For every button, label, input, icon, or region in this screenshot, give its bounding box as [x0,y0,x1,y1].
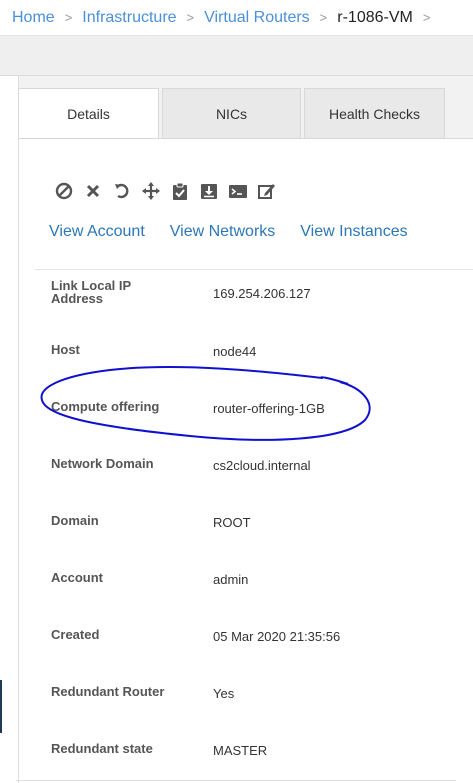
tab-details[interactable]: Details [18,88,159,139]
reboot-router-button[interactable] [107,179,136,203]
detail-value: 169.254.206.127 [213,286,311,301]
migrate-icon [141,182,160,200]
breadcrumb-virtual-routers[interactable]: Virtual Routers [204,9,310,27]
console-icon [228,185,247,198]
stop-router-button[interactable] [49,179,78,203]
breadcrumb-infrastructure[interactable]: Infrastructure [82,9,176,27]
detail-value: ROOT [213,515,251,530]
detail-row-redundant-state: Redundant state MASTER [35,725,473,782]
detail-row-domain: Domain ROOT [35,497,473,554]
details-list: Link Local IP Address 169.254.206.127 Ho… [35,269,473,783]
reboot-icon [114,183,128,199]
left-edge-bar [0,680,2,733]
health-check-button[interactable] [165,179,194,203]
clipboard-check-icon [172,182,187,200]
destroy-router-button[interactable] [78,179,107,203]
detail-row-created: Created 05 Mar 2020 21:35:56 [35,611,473,668]
breadcrumb-separator: > [186,10,195,25]
detail-row-compute-offering: Compute offering router-offering-1GB [35,383,473,440]
breadcrumb-current: r-1086-VM [337,8,413,26]
detail-label: Network Domain [51,456,154,471]
detail-label: Link Local IP Address [51,278,131,306]
breadcrumb-separator: > [422,10,431,25]
view-networks-link[interactable]: View Networks [170,223,276,241]
detail-row-host: Host node44 [35,326,473,383]
edit-button[interactable] [252,179,281,203]
detail-label: Account [51,570,103,585]
detail-value: Yes [213,686,235,701]
tab-nics[interactable]: NICs [162,88,301,138]
detail-label: Redundant state [51,741,153,756]
detail-row-redundant-router: Redundant Router Yes [35,668,473,725]
toolbar-strip [0,36,473,76]
migrate-router-button[interactable] [136,179,165,203]
breadcrumb-separator: > [319,10,328,25]
detail-value: admin [213,572,249,587]
detail-value: MASTER [213,743,268,758]
view-account-link[interactable]: View Account [49,223,145,241]
detail-value: 05 Mar 2020 21:35:56 [213,629,341,644]
action-toolbar [49,179,281,203]
edit-icon [257,184,275,199]
detail-label: Domain [51,513,99,528]
detail-row-network-domain: Network Domain cs2cloud.internal [35,440,473,497]
detail-row-link-local-ip: Link Local IP Address 169.254.206.127 [35,270,473,326]
related-links: View Account View Networks View Instance… [49,223,433,241]
view-instances-link[interactable]: View Instances [300,223,407,241]
detail-label: Redundant Router [51,684,165,699]
breadcrumb-home[interactable]: Home [12,9,55,27]
detail-label: Host [51,342,80,357]
destroy-icon [86,184,99,198]
detail-value: node44 [213,344,257,359]
stop-icon [55,182,72,200]
tab-bar: Details NICs Health Checks [18,88,448,139]
detail-value: cs2cloud.internal [213,458,311,473]
bottom-divider [16,780,456,781]
detail-value: router-offering-1GB [213,401,325,416]
details-content: View Account View Networks View Instance… [19,138,473,783]
breadcrumb: Home > Infrastructure > Virtual Routers … [0,0,473,36]
download-icon [200,184,217,199]
download-button[interactable] [194,179,223,203]
view-console-button[interactable] [223,179,252,203]
breadcrumb-separator: > [64,10,73,25]
detail-label: Compute offering [51,399,160,414]
detail-row-account: Account admin [35,554,473,611]
tab-health-checks[interactable]: Health Checks [304,88,445,138]
detail-label: Created [51,627,100,642]
